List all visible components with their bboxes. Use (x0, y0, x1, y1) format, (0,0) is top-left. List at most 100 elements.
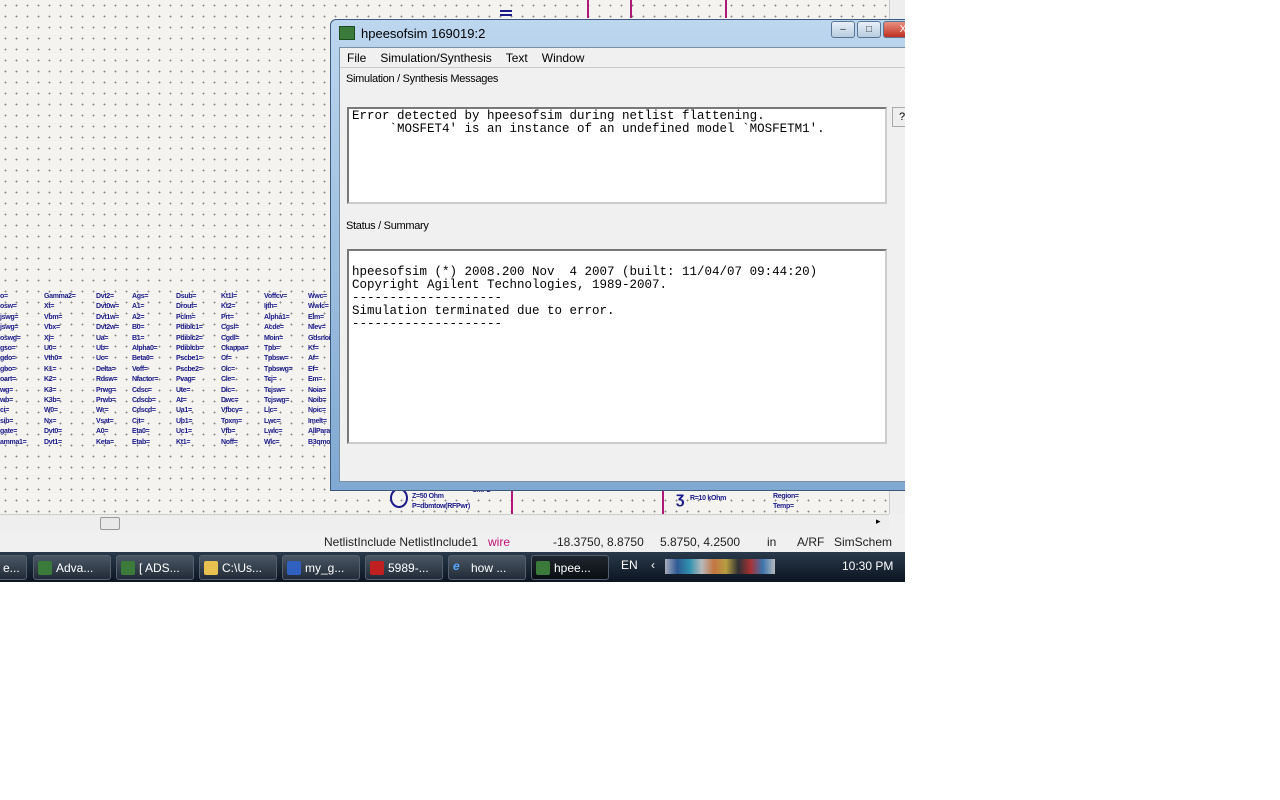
param-label: ci= (0, 407, 10, 415)
taskbar-item-active[interactable]: hpee... (531, 555, 609, 580)
tray-expand-icon[interactable]: ‹ (651, 558, 655, 572)
close-button[interactable]: X (883, 21, 905, 38)
screen: o= osw= jswg= jswg= oswg= gso= gdo= gbo= oart= wg… (0, 0, 905, 582)
param-label: Nx= (44, 417, 57, 425)
param-label: Dvt0w= (96, 303, 119, 311)
maximize-button[interactable]: □ (857, 21, 881, 38)
param-label: Uc= (96, 355, 109, 363)
taskbar-label: Adva... (56, 561, 94, 575)
param-label: Toxm= (221, 417, 242, 425)
param-label: Beta0= (132, 355, 154, 363)
param-label: Drout= (176, 303, 197, 311)
status-coord2: 5.8750, 4.2500 (660, 535, 741, 549)
param-column: Dsub= Drout= Pclm= Pdiblc1= Pdiblc2= Pdiblcb=… (176, 292, 203, 448)
status-units: in (767, 535, 777, 549)
param-label: B1= (132, 334, 145, 342)
wire[interactable] (725, 0, 727, 18)
window-titlebar[interactable]: hpeesofsim 169019:2 (339, 20, 905, 46)
param-label: Prwg= (96, 386, 116, 394)
messages-label: Simulation / Synthesis Messages (346, 73, 499, 85)
param-label: Pvag= (176, 376, 196, 384)
param-label: Tcjsw= (264, 386, 286, 394)
param-column: Kt1l= Kt2= Prt= Cgsl= Cgdl= Ckappa= Cf= Clc= Cle… (221, 292, 249, 448)
wire[interactable] (662, 490, 664, 514)
param-label: Prwb= (96, 397, 116, 405)
messages-textbox[interactable]: Error detected by hpeesofsim during netl… (347, 107, 887, 204)
param-label: Cgsl= (221, 324, 239, 332)
wire[interactable] (587, 0, 589, 18)
simulation-window: hpeesofsim 169019:2 ‒ □ X File Simulatio… (330, 19, 905, 491)
param-label: Rdsw= (96, 376, 118, 384)
param-label: Delta= (96, 365, 116, 373)
param-label: A0= (96, 428, 109, 436)
param-label: Voff= (132, 365, 148, 373)
menu-simulation-synthesis[interactable]: Simulation/Synthesis (373, 51, 498, 65)
status-component: NetlistInclude NetlistInclude1 (324, 535, 479, 549)
status-coord1: -18.3750, 8.8750 (553, 535, 644, 549)
pdf-icon (370, 561, 384, 575)
param-label: Cdsc= (132, 386, 152, 394)
param-label: Wr= (96, 407, 109, 415)
param-label: Lwlc= (264, 428, 283, 436)
param-label: Gamma2= (44, 293, 76, 300)
param-label: Dvt0= (44, 428, 62, 436)
param-label: sib= (0, 417, 14, 425)
help-button[interactable]: ? (892, 107, 905, 127)
taskbar-item[interactable]: C:\Us... (199, 555, 277, 580)
taskbar-label: my_g... (305, 561, 345, 575)
taskbar-item[interactable]: my_g... (282, 555, 360, 580)
param-column: o= osw= jswg= jswg= oswg= gso= gdo= gbo= oart= wg… (0, 292, 27, 448)
param-label: Llc= (264, 407, 278, 415)
resistor-icon[interactable]: ʒ (676, 490, 684, 508)
param-label: Eta0= (132, 428, 150, 436)
param-label: Ute= (176, 386, 191, 394)
param-label: Kt2= (221, 303, 236, 311)
param-label: Pdiblc1= (176, 324, 203, 332)
param-label: Acde= (264, 324, 284, 332)
param-label: Dvt2w= (96, 324, 119, 332)
scroll-right-arrow-icon[interactable]: ▸ (876, 516, 881, 527)
param-label: Etab= (132, 438, 150, 446)
param-label: Uc1= (176, 428, 192, 436)
scroll-thumb[interactable] (100, 517, 120, 530)
param-label: Region= (773, 493, 799, 500)
menu-text[interactable]: Text (499, 51, 535, 65)
wire[interactable] (630, 0, 632, 18)
taskbar-item[interactable]: e... (0, 555, 27, 580)
horizontal-scrollbar[interactable]: ▸ (0, 514, 889, 531)
status-textbox[interactable]: hpeesofsim (*) 2008.200 Nov 4 2007 (buil… (347, 249, 887, 444)
param-column: Voffcv= Ijth= Alpha1= Acde= Moin= Tpb= Tpbsw= T… (264, 292, 293, 448)
param-label: jswg= (0, 313, 19, 321)
param-label: Ua= (96, 334, 109, 342)
param-label: Moin= (264, 334, 283, 342)
status-domain: A/RF (797, 535, 825, 549)
param-label: Cdscb= (132, 397, 156, 405)
param-label: A2= (132, 313, 145, 321)
taskbar-label: hpee... (554, 561, 591, 575)
param-label: Pscbe1= (176, 355, 203, 363)
ground-symbol (500, 10, 512, 16)
param-label: B0= (132, 324, 145, 332)
taskbar-item[interactable]: [ ADS... (116, 555, 194, 580)
param-column: Dvt2= Dvt0w= Dvt1w= Dvt2w= Ua= Ub= Uc= Delta= Rd… (96, 292, 119, 448)
param-label: Xt= (44, 303, 55, 311)
param-label: Clc= (221, 365, 235, 373)
param-label: Cdscd= (132, 407, 156, 415)
param-label: Dvt2= (96, 293, 114, 300)
param-label: K3= (44, 386, 57, 394)
port-source-icon[interactable] (390, 488, 408, 508)
window-title: hpeesofsim 169019:2 (361, 25, 486, 41)
resistor-label: R=10 kOhm (690, 495, 727, 502)
param-label: wg= (0, 386, 13, 394)
menu-window[interactable]: Window (535, 51, 592, 65)
tray-icons[interactable] (665, 559, 775, 574)
menu-file[interactable]: File (340, 51, 373, 65)
language-indicator[interactable]: EN (621, 558, 638, 572)
clock[interactable]: 10:30 PM (842, 559, 893, 573)
taskbar-item[interactable]: Adva... (33, 555, 111, 580)
minimize-button[interactable]: ‒ (831, 21, 855, 38)
taskbar-item[interactable]: 5989-... (365, 555, 443, 580)
taskbar-label: 5989-... (388, 561, 429, 575)
taskbar-item[interactable]: e how ... (448, 555, 526, 580)
wire[interactable] (511, 490, 513, 514)
